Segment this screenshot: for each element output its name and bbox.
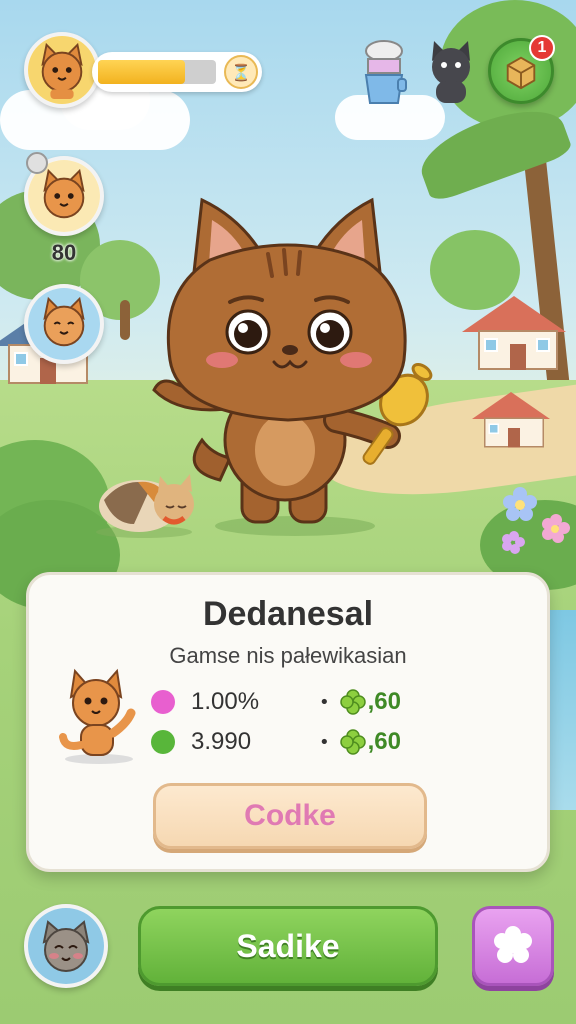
search-icon[interactable] [26, 152, 48, 174]
potion-jar-icon[interactable] [356, 36, 412, 106]
bullet: • [319, 731, 330, 753]
stat-row: 1.00% • ,60 [151, 685, 401, 719]
black-cat-icon[interactable] [424, 38, 478, 106]
stat-value: 1.00% [191, 688, 260, 715]
flower-button[interactable] [472, 906, 554, 986]
reward-card: Dedanesal Gamse nis pałewikasian 1.00% •… [26, 572, 550, 872]
clover-icon [339, 689, 366, 715]
stat-reward: ,60 [367, 688, 401, 715]
flower-decoration [502, 487, 570, 554]
energy-bar: ⏳ [92, 52, 262, 92]
hourglass-icon[interactable]: ⏳ [224, 55, 258, 89]
friend-count: 80 [51, 240, 77, 265]
flower-icon [494, 926, 532, 963]
player-avatar[interactable] [24, 32, 100, 108]
green-gem-icon [151, 730, 175, 754]
energy-bar-fill [98, 60, 186, 84]
stat-value: 3.990 [191, 728, 252, 755]
tree-trunk [120, 300, 130, 340]
card-title: Dedanesal [202, 595, 374, 633]
gift-box-button[interactable]: 1 [488, 35, 555, 104]
stat-row: 3.990 • ,60 [151, 725, 401, 759]
cat-face-icon [43, 296, 85, 347]
cat-face-icon [43, 168, 85, 219]
bullet: • [319, 691, 330, 713]
main-action-button[interactable]: Sadike [138, 906, 438, 986]
clover-icon [339, 729, 366, 755]
claim-button[interactable]: Codke [153, 783, 427, 849]
stat-reward: ,60 [367, 728, 401, 755]
notification-badge: 1 [529, 35, 555, 61]
cat-face-icon [41, 42, 83, 99]
energy-bar-track [98, 60, 216, 84]
card-subtitle: Gamse nis pałewikasian [169, 643, 407, 668]
menu-avatar-button[interactable] [24, 904, 108, 988]
pink-gem-icon [151, 690, 175, 714]
gray-cat-face-icon [42, 920, 90, 972]
hero-cat-character[interactable] [150, 190, 440, 540]
friend-avatar-2[interactable] [24, 284, 104, 364]
card-cat-portrait [59, 668, 136, 764]
